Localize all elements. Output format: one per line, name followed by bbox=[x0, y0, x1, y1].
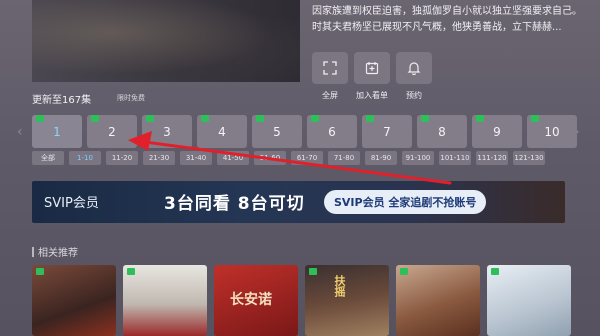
vip-badge-icon bbox=[476, 115, 484, 122]
fullscreen-label: 全屏 bbox=[322, 91, 338, 100]
scroll-left-icon[interactable]: ‹ bbox=[17, 124, 23, 140]
episode-number: 6 bbox=[328, 124, 336, 139]
vip-badge-icon bbox=[256, 115, 264, 122]
fullscreen-icon bbox=[323, 61, 337, 75]
episode-button[interactable]: 2 bbox=[87, 115, 137, 148]
section-heading: 相关推荐 bbox=[32, 244, 78, 259]
reserve-label: 预约 bbox=[406, 91, 422, 100]
episode-button[interactable]: 10 bbox=[527, 115, 577, 148]
episode-number: 2 bbox=[108, 124, 116, 139]
episode-button[interactable]: 7 bbox=[362, 115, 412, 148]
add-watchlist-label: 加入看单 bbox=[356, 91, 388, 100]
show-description: 因家族遭到权臣迫害，独孤伽罗自小就以独立坚强要求自己。 时其夫君杨坚已展现不凡气… bbox=[312, 4, 582, 36]
episode-list: 1 2 3 4 5 6 7 8 9 10 bbox=[32, 115, 577, 148]
vip-badge-icon bbox=[36, 115, 44, 122]
vip-badge-icon bbox=[146, 115, 154, 122]
episode-button[interactable]: 1 bbox=[32, 115, 82, 148]
vip-badge-icon bbox=[201, 115, 209, 122]
range-tab[interactable]: 101-110 bbox=[439, 151, 471, 165]
recommendation-row: 长安诺 扶摇 bbox=[32, 265, 571, 336]
episode-button[interactable]: 3 bbox=[142, 115, 192, 148]
range-tab[interactable]: 111-120 bbox=[476, 151, 508, 165]
range-tab[interactable]: 全部 bbox=[32, 151, 64, 165]
description-line-1: 因家族遭到权臣迫害，独孤伽罗自小就以独立坚强要求自己。 bbox=[312, 6, 582, 17]
range-tab[interactable]: 11-20 bbox=[106, 151, 138, 165]
description-line-2: 时其夫君杨坚已展现不凡气概，他狭勇善战，立下赫赫... bbox=[312, 22, 562, 33]
range-tab[interactable]: 21-30 bbox=[143, 151, 175, 165]
episode-button[interactable]: 6 bbox=[307, 115, 357, 148]
range-tab[interactable]: 121-130 bbox=[513, 151, 545, 165]
episode-number: 1 bbox=[53, 124, 61, 139]
vip-badge-icon bbox=[91, 115, 99, 122]
recommendation-poster[interactable] bbox=[396, 265, 480, 336]
range-tab[interactable]: 61-70 bbox=[291, 151, 323, 165]
episode-button[interactable]: 4 bbox=[197, 115, 247, 148]
vip-badge-icon bbox=[400, 268, 408, 275]
poster-title: 长安诺 bbox=[230, 292, 272, 308]
svip-label: SVIP会员 bbox=[44, 196, 99, 211]
recommendation-poster[interactable]: 长安诺 bbox=[214, 265, 298, 336]
episode-number: 4 bbox=[218, 124, 226, 139]
vip-badge-icon bbox=[36, 268, 44, 275]
vip-badge-icon bbox=[127, 268, 135, 275]
recommendation-poster[interactable] bbox=[32, 265, 116, 336]
range-tab[interactable]: 31-40 bbox=[180, 151, 212, 165]
vip-badge-icon bbox=[491, 268, 499, 275]
range-tab[interactable]: 1-10 bbox=[69, 151, 101, 165]
range-tab[interactable]: 81-90 bbox=[365, 151, 397, 165]
free-badge: 限时免费 bbox=[117, 94, 145, 102]
recommendation-poster[interactable] bbox=[487, 265, 571, 336]
episode-number: 9 bbox=[493, 124, 501, 139]
episode-range-tabs: 全部 1-10 11-20 21-30 31-40 41-50 51-60 61… bbox=[32, 151, 545, 165]
section-title: 相关推荐 bbox=[38, 248, 78, 259]
reserve-button[interactable]: 预约 bbox=[396, 52, 432, 101]
section-bar bbox=[32, 247, 34, 257]
add-watchlist-button-box bbox=[354, 52, 390, 84]
fullscreen-button-box bbox=[312, 52, 348, 84]
svip-promo-banner[interactable]: SVIP会员 3台同看 8台可切 SVIP会员 全家追剧不抢账号 bbox=[32, 181, 565, 223]
episode-button[interactable]: 9 bbox=[472, 115, 522, 148]
episode-number: 7 bbox=[383, 124, 391, 139]
range-tab[interactable]: 51-60 bbox=[254, 151, 286, 165]
episode-number: 5 bbox=[273, 124, 281, 139]
fullscreen-button[interactable]: 全屏 bbox=[312, 52, 348, 101]
reserve-button-box bbox=[396, 52, 432, 84]
episode-button[interactable]: 5 bbox=[252, 115, 302, 148]
vip-badge-icon bbox=[309, 268, 317, 275]
range-tab[interactable]: 41-50 bbox=[217, 151, 249, 165]
banner-pill: SVIP会员 全家追剧不抢账号 bbox=[324, 190, 487, 214]
episode-button[interactable]: 8 bbox=[417, 115, 467, 148]
vip-badge-icon bbox=[531, 115, 539, 122]
show-poster-image bbox=[32, 0, 300, 82]
add-watchlist-icon bbox=[365, 62, 379, 75]
episode-number: 10 bbox=[544, 124, 560, 139]
bell-icon bbox=[407, 62, 421, 75]
range-tab[interactable]: 71-80 bbox=[328, 151, 360, 165]
episode-number: 8 bbox=[438, 124, 446, 139]
recommendation-poster[interactable]: 扶摇 bbox=[305, 265, 389, 336]
vip-badge-icon bbox=[366, 115, 374, 122]
vip-badge-icon bbox=[311, 115, 319, 122]
banner-headline: 3台同看 8台可切 bbox=[164, 194, 305, 214]
recommendation-poster[interactable] bbox=[123, 265, 207, 336]
vip-badge-icon bbox=[421, 115, 429, 122]
update-status: 更新至167集 bbox=[32, 95, 92, 106]
add-watchlist-button[interactable]: 加入看单 bbox=[354, 52, 390, 101]
poster-title: 扶摇 bbox=[333, 275, 346, 297]
action-buttons: 全屏 加入看单 预约 bbox=[312, 52, 432, 101]
episode-number: 3 bbox=[163, 124, 171, 139]
range-tab[interactable]: 91-100 bbox=[402, 151, 434, 165]
